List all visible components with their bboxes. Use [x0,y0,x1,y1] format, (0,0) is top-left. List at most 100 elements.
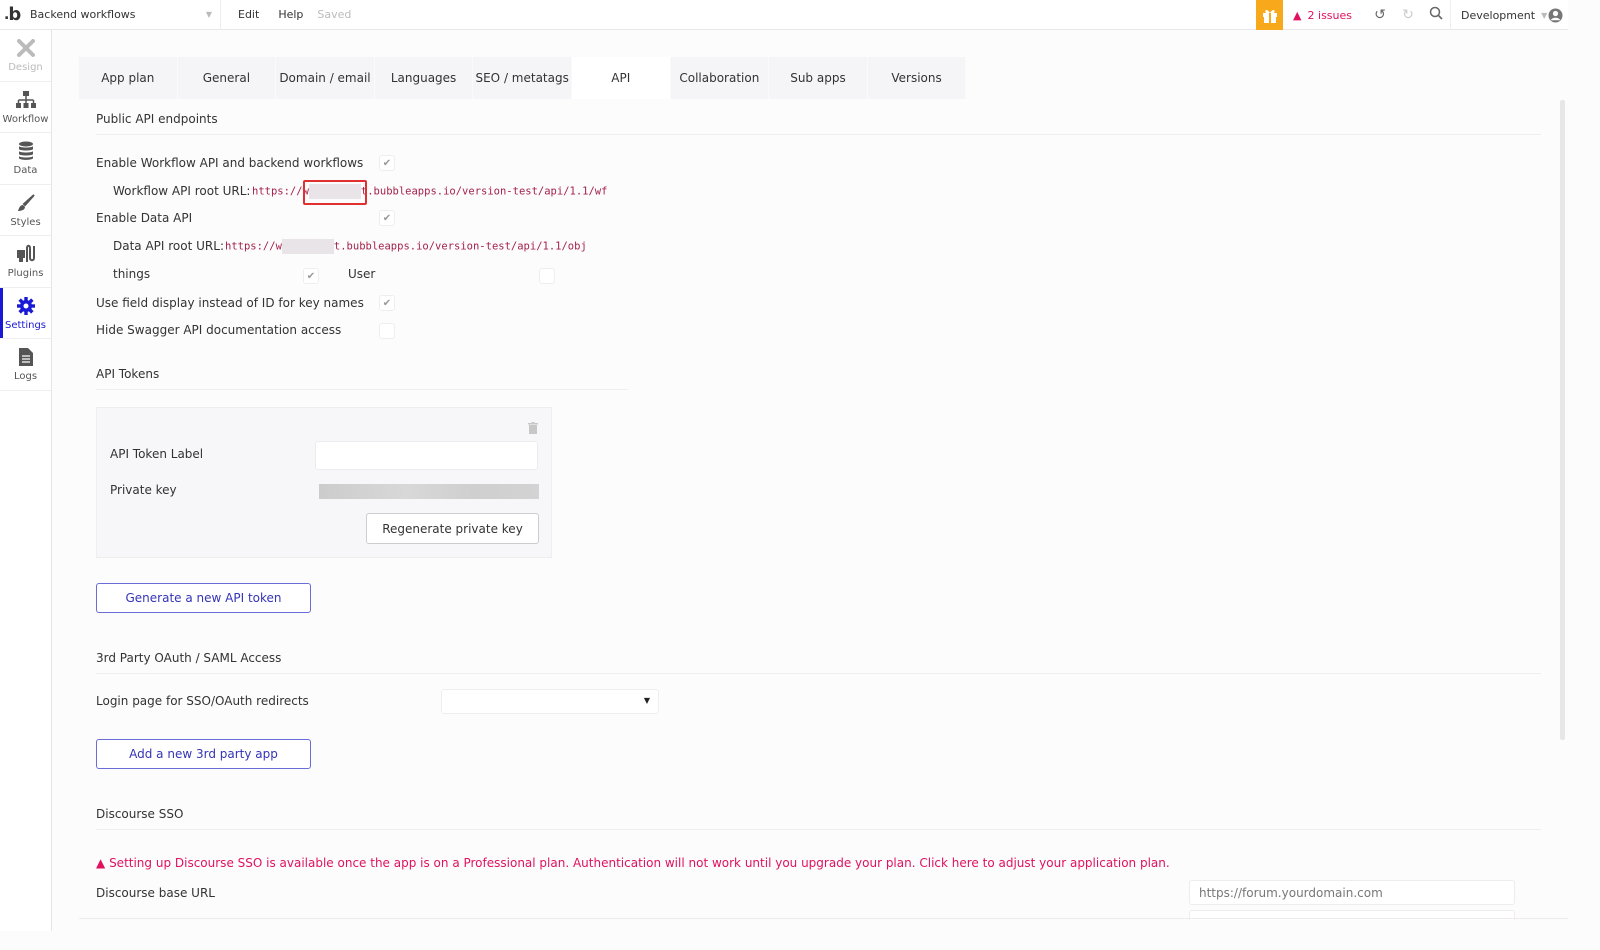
section-title-oauth: 3rd Party OAuth / SAML Access [96,651,282,665]
trash-icon[interactable] [528,422,538,437]
input-placeholder: https://forum.yourdomain.com [1199,885,1383,900]
bubble-logo[interactable]: .b [4,0,26,30]
annotation-highlight [303,180,367,205]
api-token-card: API Token Label Private key Regenerate p… [96,407,552,558]
token-label-input[interactable] [315,441,538,470]
sidebar-item-label: Data [13,165,38,177]
type-user-checkbox[interactable] [539,268,555,284]
save-status: Saved [317,8,352,21]
hide-swagger-label: Hide Swagger API documentation access [96,323,342,337]
scrollbar[interactable] [1560,100,1565,740]
data-url-label: Data API root URL: [113,239,224,253]
issues-link[interactable]: ▲ 2 issues [1293,9,1352,22]
enable-data-api-checkbox[interactable]: ✔ [379,210,395,226]
design-icon [16,37,36,59]
chevron-down-icon: ▼ [205,10,212,19]
sidebar-item-styles[interactable]: Styles [0,185,51,236]
page-name: Backend workflows [30,8,136,21]
tab-general[interactable]: General [178,57,277,99]
sidebar-item-label: Plugins [7,268,44,280]
regenerate-key-button[interactable]: Regenerate private key [366,513,539,544]
discourse-base-url-input[interactable]: https://forum.yourdomain.com [1189,880,1515,905]
discourse-base-url-label: Discourse base URL [96,886,215,900]
private-key-value [319,484,539,499]
sidebar-item-data[interactable]: Data [0,133,51,185]
url-suffix: t.bubbleapps.io/version-test/api/1.1/wf [360,185,608,198]
page-selector[interactable]: Backend workflows ▼ [26,0,221,30]
field-display-checkbox[interactable]: ✔ [379,295,395,311]
gear-icon [16,295,36,317]
field-display-label: Use field display instead of ID for key … [96,296,364,310]
menu-edit[interactable]: Edit [238,8,259,21]
plan-warning-link[interactable]: ▲ Setting up Discourse SSO is available … [96,856,1170,870]
divider [79,918,1568,919]
sidebar-item-plugins[interactable]: Plugins [0,236,51,288]
sidebar-item-label: Logs [13,371,38,383]
workflow-icon [15,89,37,111]
divider [96,134,1541,135]
type-things-checkbox[interactable]: ✔ [303,268,319,284]
redacted-region [281,239,334,254]
token-label-label: API Token Label [110,447,204,461]
sidebar: Design Workflow Data Styles Plugins Sett… [0,30,52,931]
section-title-api-tokens: API Tokens [96,367,160,381]
sidebar-item-design[interactable]: Design [0,30,51,82]
search-icon[interactable] [1422,6,1450,24]
undo-icon[interactable]: ↺ [1366,7,1394,23]
gift-icon [1262,9,1277,23]
plug-icon [16,243,36,265]
checkmark-icon: ✔ [382,157,392,169]
profile-button[interactable] [1542,8,1568,23]
divider [96,389,628,390]
private-key-label: Private key [110,483,177,497]
tab-collaboration[interactable]: Collaboration [671,57,770,99]
url-suffix: t.bubbleapps.io/version-test/api/1.1/obj [333,240,587,253]
add-3rd-party-app-button[interactable]: Add a new 3rd party app [96,739,311,769]
sidebar-item-label: Settings [4,319,46,331]
tab-api[interactable]: API [571,57,671,99]
sidebar-item-label: Design [8,62,43,74]
workflow-url-label: Workflow API root URL: [113,184,251,198]
section-title-public-api: Public API endpoints [96,112,218,126]
divider [96,829,1541,830]
tab-sub-apps[interactable]: Sub apps [769,57,868,99]
sidebar-item-workflow[interactable]: Workflow [0,82,51,133]
settings-tabs: App plan General Domain / email Language… [79,57,967,99]
issues-count: 2 issues [1307,8,1352,22]
database-icon [18,140,34,162]
checkmark-icon: ✔ [382,297,392,309]
user-icon [1548,8,1562,22]
sidebar-item-label: Workflow [2,113,49,125]
sidebar-item-settings[interactable]: Settings [0,287,51,339]
login-page-select[interactable]: ▼ [441,689,659,714]
gift-button[interactable] [1256,0,1284,30]
section-title-discourse: Discourse SSO [96,807,184,821]
tab-app-plan[interactable]: App plan [79,57,178,99]
url-prefix: https://w [252,185,309,198]
hide-swagger-checkbox[interactable] [379,323,395,339]
login-page-label: Login page for SSO/OAuth redirects [96,694,309,708]
brush-icon [16,192,36,214]
type-user-label: User [348,267,376,281]
sidebar-item-logs[interactable]: Logs [0,339,51,391]
warning-icon: ▲ [1293,8,1302,22]
type-things-label: things [113,267,151,281]
divider [96,673,1541,674]
checkmark-icon: ✔ [306,270,316,282]
redo-icon[interactable]: ↻ [1394,7,1422,23]
tab-seo-metatags[interactable]: SEO / metatags [473,57,572,99]
generate-api-token-button[interactable]: Generate a new API token [96,583,311,613]
logo-text: b [8,4,22,25]
document-icon [18,346,34,368]
environment-selector[interactable]: Development ▼ [1450,0,1547,30]
enable-workflow-checkbox[interactable]: ✔ [379,155,395,171]
tab-versions[interactable]: Versions [868,57,967,99]
tab-domain-email[interactable]: Domain / email [276,57,375,99]
top-bar: .b Backend workflows ▼ Edit Help Saved ▲… [0,0,1568,30]
menu-help[interactable]: Help [278,8,303,21]
tab-languages[interactable]: Languages [375,57,474,99]
url-prefix: https://w [225,240,282,253]
plan-warning-text: Setting up Discourse SSO is available on… [109,856,1170,870]
checkmark-icon: ✔ [382,212,392,224]
enable-workflow-label: Enable Workflow API and backend workflow… [96,156,364,170]
